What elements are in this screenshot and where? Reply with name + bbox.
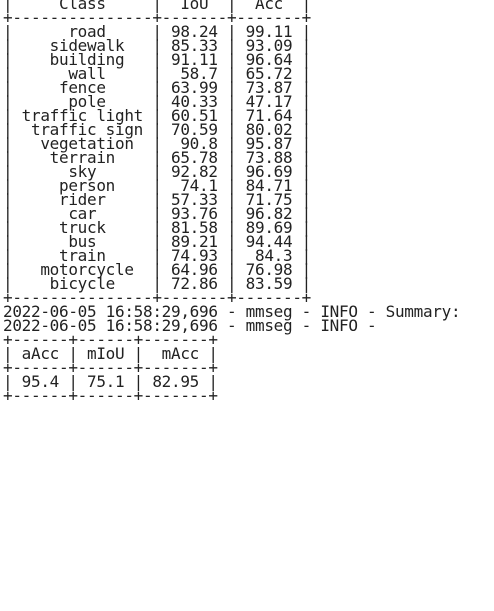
terminal-output: | Class | IoU | Acc | +---------------+--… <box>3 0 493 611</box>
terminal-line: +------+------+-------+ <box>3 386 218 405</box>
